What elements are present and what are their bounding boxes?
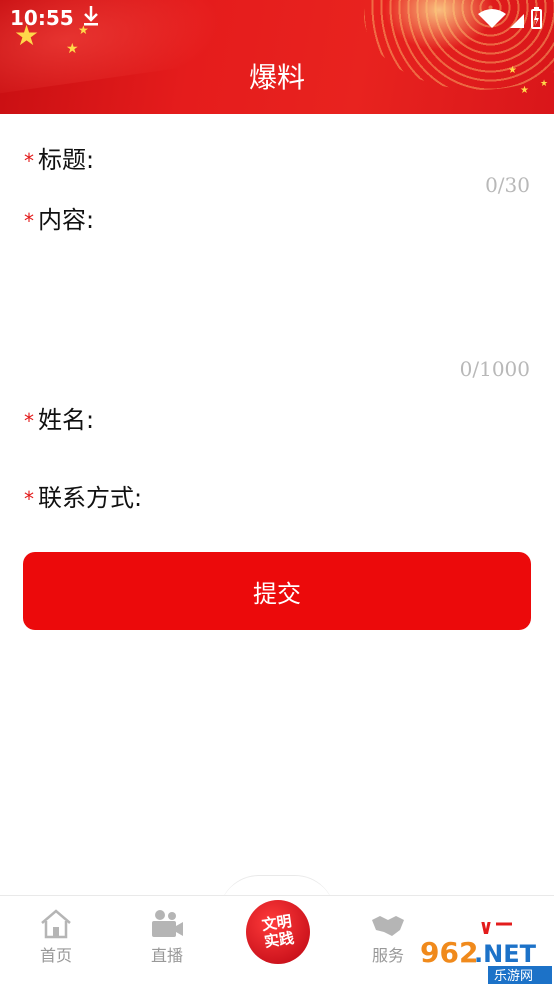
content-textarea[interactable] bbox=[110, 200, 530, 350]
wifi-icon bbox=[478, 9, 506, 28]
watermark-subtext: 乐游网 bbox=[494, 969, 533, 984]
download-icon bbox=[84, 6, 98, 26]
watermark-text: 962 bbox=[420, 936, 478, 969]
name-label-text: 姓名: bbox=[38, 406, 95, 434]
required-mark: * bbox=[24, 209, 34, 233]
contact-input[interactable] bbox=[160, 478, 530, 510]
status-time: 10:55 bbox=[10, 6, 74, 30]
required-mark: * bbox=[24, 149, 34, 173]
home-icon bbox=[41, 909, 71, 939]
name-label: * 姓名: bbox=[24, 400, 94, 435]
civilization-practice-badge: 文明实践 bbox=[260, 912, 296, 951]
page-title: 爆料 bbox=[248, 61, 305, 94]
header-bar: ★ ★ ★ ★ ★ ★ 10:55 爆料 bbox=[0, 0, 554, 114]
signal-icon bbox=[510, 14, 524, 28]
contact-label: * 联系方式: bbox=[24, 478, 142, 513]
svg-text:.NET: .NET bbox=[474, 940, 537, 968]
nav-item-civilization-practice[interactable]: 文明实践 bbox=[246, 900, 310, 964]
content-label: * 内容: bbox=[24, 200, 94, 235]
watermark-logo: 962 .NET 乐游网 bbox=[416, 922, 554, 984]
submit-button[interactable]: 提交 bbox=[23, 552, 531, 630]
nav-label-home: 首页 bbox=[39, 946, 72, 965]
nav-item-home[interactable]: 首页 bbox=[16, 908, 96, 966]
name-input[interactable] bbox=[110, 400, 530, 432]
content-label-text: 内容: bbox=[38, 206, 95, 234]
nav-label-live: 直播 bbox=[150, 946, 183, 965]
video-camera-icon bbox=[152, 910, 183, 937]
content-counter: 0/1000 bbox=[459, 357, 530, 381]
contact-label-text: 联系方式: bbox=[38, 484, 143, 512]
required-mark: * bbox=[24, 409, 34, 433]
status-icons bbox=[478, 7, 542, 29]
nav-label-service: 服务 bbox=[371, 946, 404, 965]
title-label: * 标题: bbox=[24, 140, 94, 175]
title-label-text: 标题: bbox=[38, 146, 95, 174]
title-input[interactable] bbox=[110, 140, 530, 172]
nav-item-live[interactable]: 直播 bbox=[127, 908, 207, 966]
handshake-icon bbox=[372, 916, 404, 936]
required-mark: * bbox=[24, 487, 34, 511]
star-icon: ★ bbox=[66, 41, 79, 57]
battery-icon bbox=[531, 7, 542, 29]
title-counter: 0/30 bbox=[485, 173, 530, 197]
